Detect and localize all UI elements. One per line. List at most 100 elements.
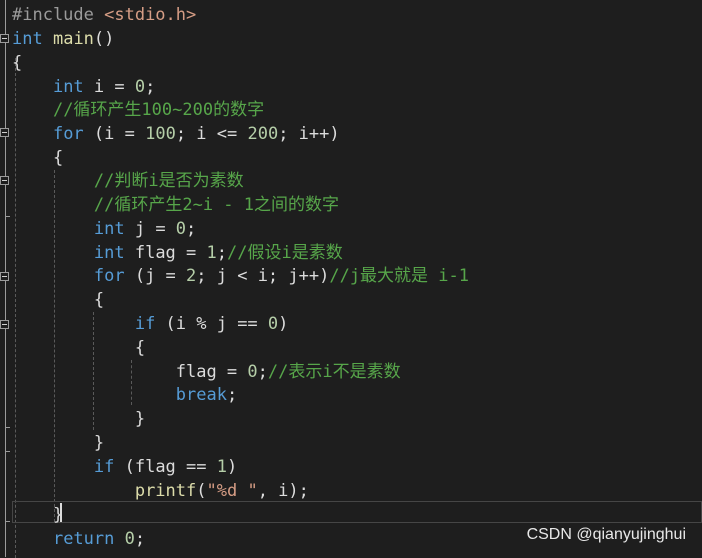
code-line[interactable]: if (i % j == 0) bbox=[12, 312, 289, 336]
current-line-highlight bbox=[12, 501, 702, 523]
fold-toggle-icon[interactable] bbox=[0, 272, 9, 281]
code-token: for bbox=[52, 124, 84, 144]
code-token: ( bbox=[196, 481, 207, 501]
code-token: ) bbox=[226, 457, 238, 477]
code-token: (i % j == bbox=[155, 314, 268, 334]
code-token: 0 bbox=[175, 219, 187, 239]
code-token: (j = bbox=[124, 266, 187, 286]
fold-end-tick bbox=[5, 427, 10, 428]
code-token: (i = bbox=[83, 124, 146, 144]
fold-toggle-icon[interactable] bbox=[0, 34, 9, 43]
code-token: ; bbox=[226, 385, 238, 405]
code-token: flag = bbox=[12, 362, 248, 382]
code-token: } bbox=[12, 433, 105, 453]
code-line[interactable]: if (flag == 1) bbox=[12, 455, 237, 479]
code-token: 100 bbox=[145, 124, 176, 144]
code-line[interactable]: { bbox=[12, 288, 104, 312]
code-line[interactable]: #include <stdio.h> bbox=[12, 3, 196, 27]
code-token: if bbox=[134, 314, 156, 334]
code-token: 1 bbox=[206, 243, 217, 263]
code-line[interactable]: //循环产生100~200的数字 bbox=[12, 98, 264, 122]
code-token: { bbox=[12, 148, 64, 168]
code-line[interactable]: { bbox=[12, 146, 63, 170]
code-token: ; bbox=[186, 219, 197, 239]
code-token: ; j < i; j++) bbox=[196, 266, 330, 286]
code-token: int bbox=[93, 243, 125, 263]
code-line[interactable]: int j = 0; bbox=[12, 217, 196, 241]
code-line[interactable]: } bbox=[12, 407, 145, 431]
code-token: () bbox=[93, 29, 115, 49]
code-token: ; bbox=[145, 77, 156, 97]
code-token: printf bbox=[134, 481, 197, 501]
code-token: { bbox=[12, 290, 105, 310]
code-token: ) bbox=[278, 314, 289, 334]
code-token: //假设i是素数 bbox=[227, 243, 343, 263]
code-token: //循环产生2~i - 1之间的数字 bbox=[93, 195, 340, 215]
code-line[interactable]: for (j = 2; j < i; j++)//j最大就是 i-1 bbox=[12, 264, 469, 288]
code-line[interactable]: return 0; bbox=[12, 527, 145, 551]
fold-toggle-icon[interactable] bbox=[0, 128, 9, 137]
code-token: if bbox=[93, 457, 115, 477]
code-line[interactable]: flag = 0;//表示i不是素数 bbox=[12, 360, 401, 384]
code-token: 0 bbox=[267, 314, 279, 334]
code-token: { bbox=[12, 53, 23, 73]
code-token: } bbox=[12, 505, 64, 525]
code-token: flag = bbox=[124, 243, 207, 263]
fold-toggle-icon[interactable] bbox=[0, 320, 9, 329]
code-token: #include bbox=[12, 5, 105, 25]
code-token: 2 bbox=[186, 266, 197, 286]
code-token: j = bbox=[124, 219, 176, 239]
code-token: main bbox=[52, 29, 94, 49]
code-token: 0 bbox=[124, 529, 135, 549]
code-editor[interactable]: #include <stdio.h> int main(){ int i = 0;… bbox=[0, 0, 702, 558]
code-token: ; bbox=[257, 362, 268, 382]
code-token: 0 bbox=[134, 77, 146, 97]
fold-end-tick bbox=[5, 521, 10, 522]
code-token: "%d " bbox=[206, 481, 258, 501]
code-token: 200 bbox=[247, 124, 279, 144]
code-token: //循环产生100~200的数字 bbox=[52, 100, 265, 120]
code-line[interactable]: break; bbox=[12, 383, 237, 407]
code-line[interactable]: //判断i是否为素数 bbox=[12, 169, 244, 193]
code-line[interactable]: } bbox=[12, 431, 104, 455]
code-token: <stdio.h> bbox=[104, 5, 197, 25]
code-line[interactable]: { bbox=[12, 336, 145, 360]
code-line[interactable]: //循环产生2~i - 1之间的数字 bbox=[12, 193, 339, 217]
code-token: for bbox=[93, 266, 125, 286]
code-line[interactable]: for (i = 100; i <= 200; i++) bbox=[12, 122, 340, 146]
code-line[interactable]: int main() bbox=[12, 27, 114, 51]
code-token: } bbox=[12, 409, 146, 429]
code-token: int bbox=[52, 77, 84, 97]
code-line[interactable]: int i = 0; bbox=[12, 75, 155, 99]
code-token: //表示i不是素数 bbox=[267, 362, 401, 382]
fold-toggle-icon[interactable] bbox=[0, 176, 9, 185]
code-token: 1 bbox=[216, 457, 227, 477]
code-line[interactable]: } bbox=[12, 503, 63, 527]
watermark: CSDN @qianyujinghui bbox=[526, 526, 686, 543]
code-token: ; i <= bbox=[175, 124, 248, 144]
code-token: //j最大就是 i-1 bbox=[329, 266, 469, 286]
fold-end-tick bbox=[5, 216, 10, 217]
code-token: //判断i是否为素数 bbox=[93, 171, 244, 191]
code-line[interactable]: int flag = 1;//假设i是素数 bbox=[12, 241, 343, 265]
code-token: ; i++) bbox=[278, 124, 340, 144]
code-token: i = bbox=[83, 77, 135, 97]
code-token: int bbox=[12, 29, 43, 49]
code-line[interactable]: { bbox=[12, 51, 22, 75]
code-line[interactable]: printf("%d ", i); bbox=[12, 479, 309, 503]
fold-gutter bbox=[0, 0, 12, 557]
code-token: int bbox=[93, 219, 125, 239]
